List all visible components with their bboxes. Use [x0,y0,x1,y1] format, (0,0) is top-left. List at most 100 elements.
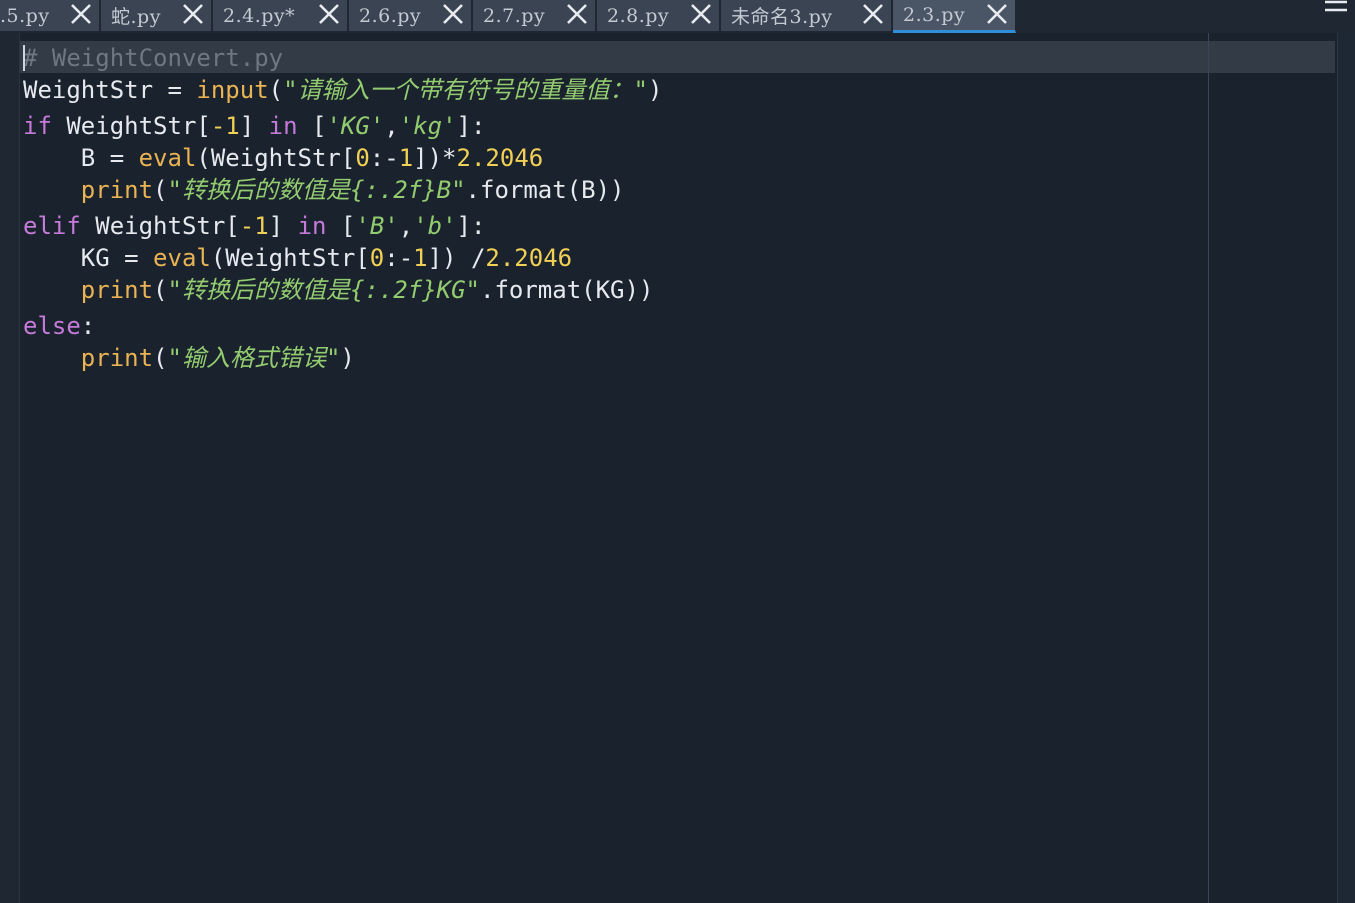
string: 'KG' [326,112,385,140]
tab-2-8-py[interactable]: 2.8.py [597,0,720,31]
number: -1 [239,212,269,240]
close-icon[interactable] [985,2,1009,26]
tab-bar: .5.py 蛇.py 2.4.py* 2.6.py 2.7.py 2.8.py … [0,0,1355,33]
code-text: WeightStr[ [51,112,211,140]
number: 1 [413,244,428,272]
code-line: print("输入格式错误") [23,341,355,375]
builtin: print [80,176,154,204]
code-text: :- [369,144,399,172]
editor-gutter [0,33,19,903]
tab-2-6-py[interactable]: 2.6.py [349,0,472,31]
keyword: elif [23,212,81,240]
code-text: .format(B)) [465,176,625,204]
tab-label: 2.8.py [607,4,670,27]
builtin: eval [138,144,197,172]
code-text: ]) / [427,244,486,272]
close-icon[interactable] [565,2,589,26]
code-text: B = [80,144,139,172]
code-text: .format(KG)) [480,276,654,304]
punct: , [384,112,399,140]
punct: ( [153,176,168,204]
tab-label: .5.py [0,4,50,27]
keyword: in [297,212,327,240]
code-text: (WeightStr[ [196,144,356,172]
gutter-divider [19,33,20,903]
punct: ( [153,344,168,372]
close-icon[interactable] [181,2,205,26]
code-line: KG = eval(WeightStr[0:-1]) /2.2046 [23,241,572,275]
identifier: WeightStr [23,76,154,104]
tab-label: 2.6.py [359,4,422,27]
code-text: ] [239,112,269,140]
code-text: WeightStr[ [80,212,240,240]
tab-untitled-3-py[interactable]: 未命名3.py [721,0,892,31]
tab-label: 蛇.py [111,6,161,28]
builtin: eval [153,244,211,272]
keyword: if [23,112,52,140]
code-line: elif WeightStr[-1] in ['B','b']: [23,209,485,243]
code-line: B = eval(WeightStr[0:-1])*2.2046 [23,141,543,175]
string: "请输入一个带有符号的重量值：" [283,76,649,104]
code-editor[interactable]: # WeightConvert.py WeightStr = input("请输… [0,33,1355,903]
builtin: print [80,276,154,304]
code-text: (WeightStr[ [210,244,370,272]
tab-label: 2.4.py* [223,4,296,27]
code-line: print("转换后的数值是{:.2f}KG".format(KG)) [23,273,654,307]
tab-label: 2.7.py [483,4,546,27]
string: 'b' [413,212,457,240]
close-icon[interactable] [689,2,713,26]
editor-scrollbar[interactable] [1337,33,1355,903]
operator: = [153,76,197,104]
hamburger-menu-icon[interactable] [1325,0,1347,14]
right-margin-guide [1208,33,1209,903]
tab-label: 2.3.py [903,4,966,26]
code-text: ])* [413,144,457,172]
tab-label: 未命名3.py [731,6,833,28]
string: "输入格式错误" [167,344,341,372]
code-line: # WeightConvert.py [23,41,283,75]
code-line: WeightStr = input("请输入一个带有符号的重量值：") [23,73,662,107]
number: 0 [369,244,385,272]
code-line: else: [23,309,95,343]
string: 'B' [355,212,399,240]
keyword: else [23,312,81,340]
builtin: input [196,76,269,104]
number: -1 [210,112,240,140]
number: 0 [355,144,370,172]
code-line: print("转换后的数值是{:.2f}B".format(B)) [23,173,625,207]
builtin: print [80,344,154,372]
code-text: ] [268,212,298,240]
number: 1 [398,144,414,172]
tab-2-4-py[interactable]: 2.4.py* [213,0,348,31]
punct: ( [268,76,284,104]
punct: , [398,212,414,240]
close-icon[interactable] [861,2,885,26]
string: "转换后的数值是{:.2f}B" [167,176,466,204]
code-text: KG = [80,244,154,272]
close-icon[interactable] [317,2,341,26]
tab-2-7-py[interactable]: 2.7.py [473,0,596,31]
punct: : [80,312,96,340]
tab-5-py[interactable]: .5.py [0,0,100,31]
tab-2-3-py[interactable]: 2.3.py [893,0,1016,33]
punct: ( [153,276,168,304]
text-cursor [23,45,25,71]
code-line: if WeightStr[-1] in ['KG','kg']: [23,109,485,143]
close-icon[interactable] [69,2,93,26]
tab-snake-py[interactable]: 蛇.py [101,0,212,31]
code-text: ]: [456,212,486,240]
string: 'kg' [398,112,457,140]
code-text: ]: [456,112,486,140]
punct: ) [340,344,355,372]
keyword: in [268,112,298,140]
punct: ) [648,76,663,104]
code-text: :- [384,244,414,272]
number: 2.2046 [456,144,544,172]
close-icon[interactable] [441,2,465,26]
string: "转换后的数值是{:.2f}KG" [167,276,481,304]
code-text: [ [297,112,327,140]
